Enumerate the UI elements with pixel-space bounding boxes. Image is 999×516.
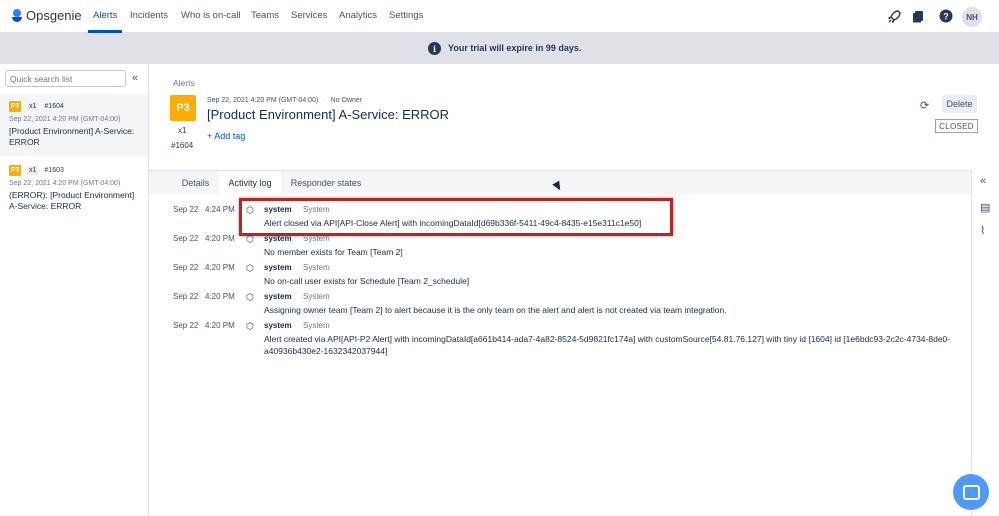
- log-time: 4:20 PM: [205, 234, 235, 243]
- nav-services[interactable]: Services: [291, 10, 327, 21]
- rocket-icon[interactable]: [887, 9, 901, 23]
- nav-who-is-on-call[interactable]: Who is on-call: [181, 10, 241, 21]
- log-date: Sep 22: [173, 321, 199, 330]
- alert-id: #1604: [171, 141, 194, 150]
- log-message: No member exists for Team [Team 2]: [264, 247, 403, 257]
- alert-detail-panel: Alerts P3 x1 #1604 Sep 22, 2021 4:20 PM …: [149, 64, 999, 516]
- count-badge: x1: [27, 165, 39, 175]
- log-user: system: [264, 234, 292, 243]
- page-title: [Product Environment] A-Service: ERROR: [207, 107, 450, 122]
- log-time: 4:24 PM: [205, 205, 235, 214]
- info-icon: i: [428, 42, 441, 55]
- delete-button[interactable]: Delete: [942, 95, 977, 113]
- system-icon: ⬡: [246, 292, 254, 302]
- refresh-icon[interactable]: ⟳: [920, 99, 929, 112]
- log-user: system: [264, 292, 292, 301]
- system-icon: ⬡: [246, 263, 254, 273]
- count-badge: x1: [27, 101, 39, 111]
- log-user: system: [264, 321, 292, 330]
- nav-analytics[interactable]: Analytics: [339, 10, 377, 21]
- priority-badge: P3: [9, 164, 21, 176]
- priority-badge: P3: [170, 95, 196, 121]
- nav-settings[interactable]: Settings: [389, 10, 423, 21]
- right-toolbar: « ▤ ⌇: [971, 170, 999, 516]
- svg-text:?: ?: [943, 12, 949, 22]
- chat-icon: [962, 484, 980, 500]
- breadcrumb[interactable]: Alerts: [173, 78, 195, 88]
- log-date: Sep 22: [173, 205, 199, 214]
- expand-panel-icon[interactable]: «: [980, 175, 986, 187]
- alert-date: Sep 22, 2021 4:20 PM (GMT-04:00): [9, 180, 121, 187]
- tab-activity-log[interactable]: Activity log: [219, 171, 281, 195]
- chat-launcher-button[interactable]: [953, 474, 989, 510]
- alert-list-sidebar: « P3 x1 #1604 Sep 22, 2021 4:20 PM (GMT-…: [0, 64, 149, 516]
- alert-list-item[interactable]: P3 x1 #1603 Sep 22, 2021 4:20 PM (GMT-04…: [0, 158, 148, 220]
- tab-responder-states[interactable]: Responder states: [285, 171, 367, 195]
- status-badge: CLOSED: [935, 119, 978, 133]
- log-message: Assigning owner team [Team 2] to alert b…: [264, 305, 727, 315]
- trial-banner: i Your trial will expire in 99 days.: [0, 33, 999, 64]
- collapse-sidebar-icon[interactable]: «: [132, 72, 138, 84]
- log-message: Alert created via API[API-P2 Alert] with…: [264, 334, 951, 356]
- log-source: System: [303, 321, 330, 330]
- alert-title: [Product Environment] A-Service: ERROR: [9, 126, 135, 147]
- alert-id: #1603: [44, 166, 64, 174]
- trial-message: Your trial will expire in 99 days.: [448, 43, 582, 53]
- highlight-box: [239, 198, 673, 236]
- nav-alerts[interactable]: Alerts: [93, 10, 117, 21]
- brand-name: Opsgenie: [26, 8, 82, 23]
- opsgenie-logo-icon: [12, 9, 22, 22]
- log-source: System: [303, 292, 330, 301]
- help-icon[interactable]: ?: [939, 9, 953, 23]
- system-icon: ⬡: [246, 321, 254, 331]
- system-icon: ⬡: [246, 234, 254, 244]
- top-navigation: Opsgenie Alerts Incidents Who is on-call…: [0, 0, 999, 33]
- tab-details[interactable]: Details: [173, 171, 218, 195]
- log-time: 4:20 PM: [205, 321, 235, 330]
- alert-date: Sep 22, 2021 4:20 PM (GMT-04:00): [207, 97, 319, 104]
- alert-date: Sep 22, 2021 4:20 PM (GMT-04:00): [9, 116, 121, 123]
- user-avatar[interactable]: NH: [962, 7, 982, 27]
- log-date: Sep 22: [173, 292, 199, 301]
- alert-meta: Sep 22, 2021 4:20 PM (GMT-04:00) · No Owne…: [207, 97, 363, 104]
- alert-list-item[interactable]: P3 x1 #1604 Sep 22, 2021 4:20 PM (GMT-04…: [0, 94, 148, 156]
- attachment-icon[interactable]: ⌇: [980, 224, 985, 237]
- nav-incidents[interactable]: Incidents: [130, 10, 168, 21]
- log-message: No on-call user exists for Schedule [Tea…: [264, 276, 470, 286]
- opsgenie-logo[interactable]: Opsgenie: [12, 8, 82, 23]
- alert-title: (ERROR): [Product Environment] A-Service…: [9, 190, 135, 211]
- log-time: 4:20 PM: [205, 292, 235, 301]
- priority-badge: P3: [9, 100, 21, 112]
- log-date: Sep 22: [173, 234, 199, 243]
- nav-teams[interactable]: Teams: [251, 10, 279, 21]
- notes-icon[interactable]: ▤: [980, 201, 990, 214]
- quick-search-input[interactable]: [5, 70, 126, 87]
- owner-label[interactable]: No Owner: [331, 97, 363, 104]
- log-user: system: [264, 263, 292, 272]
- log-time: 4:20 PM: [205, 263, 235, 272]
- log-date: Sep 22: [173, 263, 199, 272]
- count-badge: x1: [178, 126, 187, 135]
- log-source: System: [303, 234, 330, 243]
- add-tag-link[interactable]: + Add tag: [207, 131, 245, 141]
- alert-id: #1604: [44, 102, 64, 110]
- book-icon[interactable]: [911, 9, 925, 23]
- log-source: System: [303, 263, 330, 272]
